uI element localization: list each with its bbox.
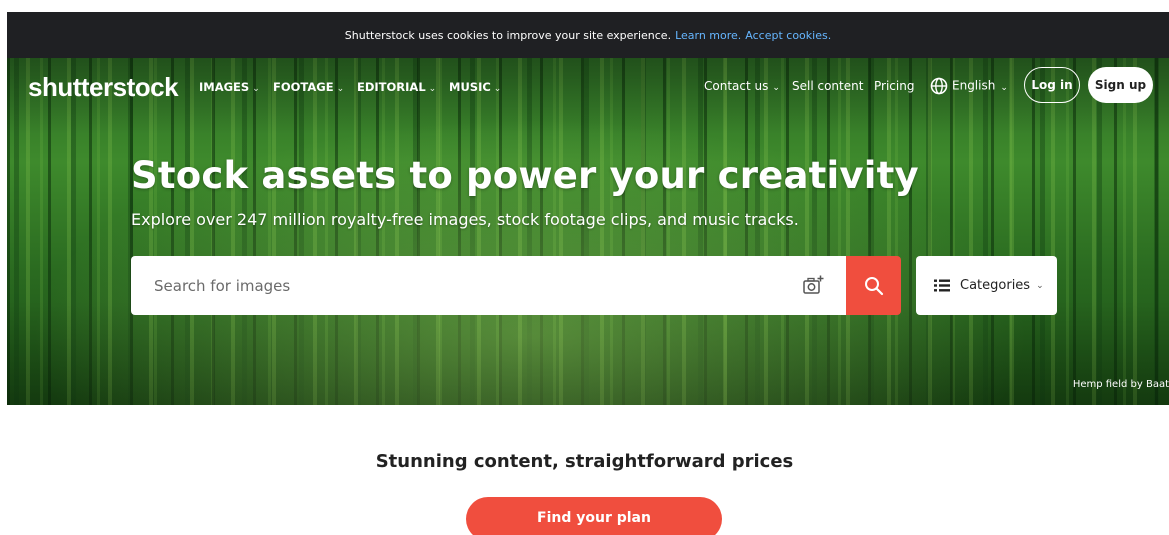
page: Shutterstock uses cookies to improve you… [0,0,1169,535]
categories-label: Categories [960,278,1031,293]
language-selector[interactable]: English ⌄ [930,77,1008,95]
search-button[interactable] [846,256,901,315]
hero-subhead: Explore over 247 million royalty-free im… [131,210,799,229]
chevron-down-icon: ⌄ [336,84,345,94]
nav-music-label: MUSIC [449,80,491,94]
shutterstock-logo[interactable]: shutterstock [28,72,179,103]
accept-cookies-link[interactable]: Accept cookies. [745,29,831,42]
camera-search-icon[interactable] [802,274,824,296]
nav-images-label: IMAGES [199,80,250,94]
find-your-plan-button[interactable]: Find your plan [466,497,722,535]
nav-editorial-label: EDITORIAL [357,80,426,94]
chevron-down-icon: ⌄ [428,84,437,94]
chevron-down-icon: ⌄ [1036,280,1044,291]
nav-editorial[interactable]: EDITORIAL ⌄ [357,80,436,94]
language-label: English [952,78,996,93]
chevron-down-icon: ⌄ [493,84,502,94]
categories-dropdown[interactable]: Categories ⌄ [916,256,1057,315]
pricing-title: Stunning content, straightforward prices [375,451,794,472]
hero-headline: Stock assets to power your creativity [131,154,919,197]
learn-more-link[interactable]: Learn more. [675,29,741,42]
contact-us-link[interactable]: Contact us ⌄ [704,79,780,93]
chevron-down-icon: ⌄ [772,83,780,93]
cookie-banner: Shutterstock uses cookies to improve you… [7,12,1169,58]
nav-footage[interactable]: FOOTAGE ⌄ [273,80,344,94]
hero-banner: shutterstock IMAGES ⌄ FOOTAGE ⌄ EDITORIAL ⌄… [7,58,1169,405]
chevron-down-icon: ⌄ [252,84,260,94]
contact-us-label: Contact us [704,79,769,93]
sell-content-link[interactable]: Sell content [792,79,863,93]
cookie-text: Shutterstock uses cookies to improve you… [344,28,672,42]
login-button[interactable]: Log in [1024,67,1080,103]
nav-images[interactable]: IMAGES ⌄ [199,80,260,94]
search-icon [864,276,883,295]
nav-music[interactable]: MUSIC ⌄ [449,80,501,94]
pricing-link[interactable]: Pricing [874,79,914,93]
top-nav: shutterstock IMAGES ⌄ FOOTAGE ⌄ EDITORIAL ⌄… [7,58,1169,116]
list-icon [934,279,950,292]
image-credit[interactable]: Hemp field by Baat [1073,379,1169,390]
signup-button[interactable]: Sign up [1088,67,1153,103]
search-bar [131,256,847,315]
chevron-down-icon: ⌄ [1000,82,1008,93]
search-input[interactable] [131,256,781,315]
nav-footage-label: FOOTAGE [273,80,334,94]
globe-icon [930,77,948,95]
